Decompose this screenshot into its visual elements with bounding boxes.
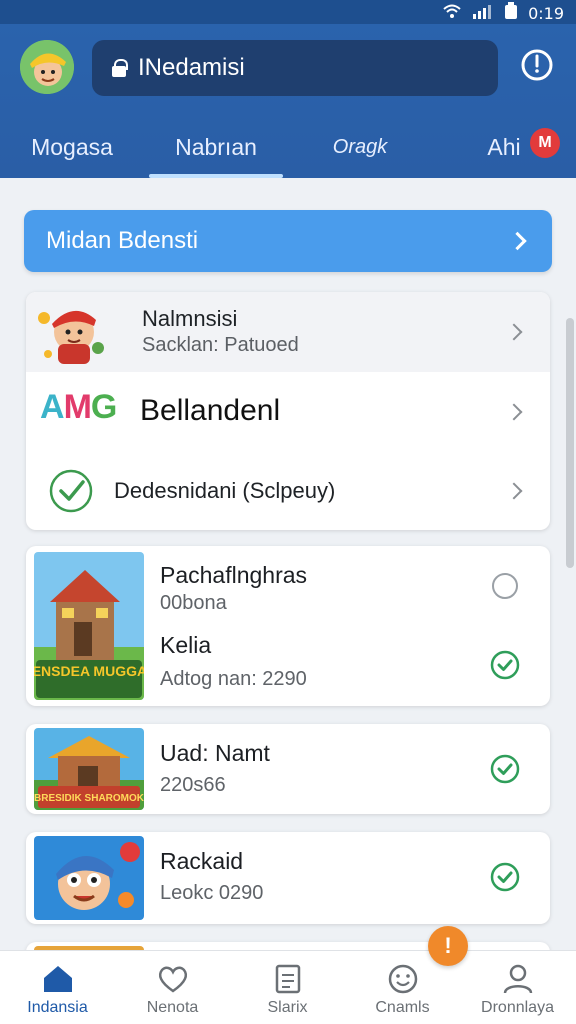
check-circle-icon [48, 468, 94, 514]
list-item[interactable]: AMG Bellandenl [26, 372, 550, 452]
item-subtitle: Sacklan: Patuoed [142, 334, 299, 356]
game-subtitle: 00bona [160, 592, 227, 614]
menu-card: Nalmnsisi Sacklan: Patuoed AMG Bellanden… [26, 292, 550, 530]
user-icon [503, 964, 532, 994]
scrollbar-thumb[interactable] [566, 318, 574, 568]
game-card[interactable]: KENSDEA MUGGAS Pachaflnghras 00bona Keli… [26, 546, 550, 706]
tab-mogasa[interactable]: Mogasa [0, 116, 144, 178]
character-thumbnail [36, 298, 106, 366]
battery-icon [504, 2, 518, 25]
chevron-right-icon [505, 403, 523, 421]
item-title: Dedesnidani (Sclpeuy) [114, 478, 336, 503]
item-title: Nalmnsisi [142, 306, 238, 331]
tab-bar: Mogasa Nabrıan Oragk Ahi M [0, 116, 576, 178]
game-title: Uad: Namt [160, 740, 270, 766]
game-card[interactable]: BRESIDIK SHAROMOK Uad: Namt 220s66 [26, 724, 550, 814]
game-logo-text: KENSDEA MUGGAS [34, 663, 144, 679]
power-icon[interactable] [520, 48, 554, 82]
list-item[interactable]: Nalmnsisi Sacklan: Patuoed [26, 292, 550, 372]
chevron-right-icon [505, 323, 523, 341]
url-bar[interactable]: INedamisi [92, 40, 498, 96]
game-thumbnail: KENSDEA MUGGAS [34, 552, 144, 700]
game-title-secondary: Kelia [160, 632, 212, 658]
smiley-icon [388, 964, 417, 994]
game-thumbnail [34, 836, 144, 920]
tab-nabrian[interactable]: Nabrıan [144, 116, 288, 178]
game-card[interactable]: Rackaid Leokc 0290 [26, 832, 550, 924]
tab-ahi[interactable]: Ahi M [432, 116, 576, 178]
game-title: Rackaid [160, 848, 244, 874]
item-title: Bellandenl [140, 394, 281, 427]
lock-icon [112, 59, 128, 77]
chevron-right-icon [505, 482, 523, 500]
notification-badge: M [530, 128, 560, 158]
nav-item-favorites[interactable]: Nenota [115, 951, 230, 1024]
alert-fab-button[interactable]: ! [428, 926, 468, 966]
avatar[interactable] [20, 40, 74, 94]
status-bar: 0:19 [0, 0, 576, 24]
heart-chat-icon [158, 966, 187, 993]
game-thumbnail: BRESIDIK SHAROMOK [34, 728, 144, 810]
chevron-right-icon [508, 231, 527, 251]
game-logo-text: BRESIDIK SHAROMOK [34, 793, 144, 804]
nav-item-notes[interactable]: Slarix [230, 951, 345, 1024]
note-edit-icon [275, 964, 300, 994]
bottom-nav: Indansia Nenota Slarix Cnamls Dronnlaya [0, 950, 576, 1024]
home-icon [43, 966, 72, 992]
list-item[interactable]: Dedesnidani (Sclpeuy) [26, 452, 550, 530]
nav-item-home[interactable]: Indansia [0, 951, 115, 1024]
check-circle-icon[interactable] [490, 754, 520, 784]
url-text: INedamisi [138, 54, 245, 81]
brand-logo: AMG [40, 388, 117, 426]
game-subtitle: Leokc 0290 [160, 882, 264, 904]
check-circle-icon[interactable] [490, 650, 520, 680]
banner-label: Midan Bdensti [46, 227, 199, 254]
game-subtitle: 220s66 [160, 774, 226, 796]
signal-icon [472, 3, 494, 24]
game-title: Pachaflnghras [160, 562, 308, 588]
tab-oragk[interactable]: Oragk [288, 116, 432, 178]
game-subtitle-secondary: Adtog nan: 2290 [160, 668, 307, 690]
promo-banner[interactable]: Midan Bdensti [24, 210, 552, 272]
wifi-icon [442, 3, 462, 24]
radio-button[interactable] [492, 573, 518, 599]
app-bar: INedamisi Mogasa Nabrıan Oragk Ahi M [0, 24, 576, 178]
check-circle-icon[interactable] [490, 862, 520, 892]
status-time: 0:19 [528, 4, 564, 23]
nav-item-profile[interactable]: Dronnlaya [460, 951, 575, 1024]
